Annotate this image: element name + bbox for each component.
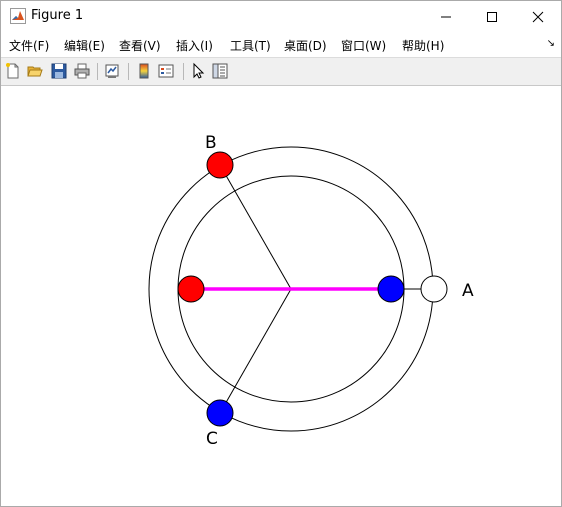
printer-icon[interactable] [73,62,91,80]
figure-canvas[interactable]: B A C [1,86,561,506]
pointer-arrow-icon[interactable] [189,62,207,80]
menu-file[interactable]: 文件(F) [9,37,49,54]
spoke-c [219,288,292,414]
menu-expand-icon[interactable]: ↘ [547,38,555,49]
marker-c [206,399,234,427]
folder-open-icon[interactable] [26,62,44,80]
minimize-button[interactable] [423,1,469,32]
menu-help[interactable]: 帮助(H) [402,37,444,54]
marker-b [206,151,234,179]
spoke-b [219,164,292,290]
property-inspector-icon[interactable] [211,62,229,80]
new-document-icon[interactable] [4,62,22,80]
toolbar-separator [97,63,98,80]
menu-insert[interactable]: 插入(I) [176,37,213,54]
menu-desktop[interactable]: 桌面(D) [284,37,327,54]
link-plot-icon[interactable] [103,62,121,80]
minimize-icon [441,16,451,17]
label-a: A [462,281,474,301]
label-c: C [206,429,218,449]
menu-window[interactable]: 窗口(W) [341,37,386,54]
window-title: Figure 1 [31,8,84,23]
menu-bar: 文件(F) 编辑(E) 查看(V) 插入(I) 工具(T) 桌面(D) 窗口(W… [1,33,561,56]
marker-left [177,275,205,303]
marker-right [377,275,405,303]
figure-window: Figure 1 文件(F) 编辑(E) 查看(V) 插入(I) 工具(T) 桌… [0,0,562,507]
title-bar[interactable]: Figure 1 [1,1,561,32]
maximize-icon [487,11,497,22]
toolbar-separator [183,63,184,80]
label-b: B [205,133,217,153]
figure-toolbar [1,57,561,86]
close-icon [532,11,544,22]
legend-icon[interactable] [157,62,175,80]
close-button[interactable] [515,1,561,32]
matlab-logo-icon [10,8,26,24]
maximize-button[interactable] [469,1,515,32]
floppy-disk-icon[interactable] [50,62,68,80]
colorbar-icon[interactable] [135,62,153,80]
menu-edit[interactable]: 编辑(E) [64,37,105,54]
menu-tools[interactable]: 工具(T) [230,37,271,54]
toolbar-separator [128,63,129,80]
marker-a [420,275,448,303]
menu-view[interactable]: 查看(V) [119,37,161,54]
